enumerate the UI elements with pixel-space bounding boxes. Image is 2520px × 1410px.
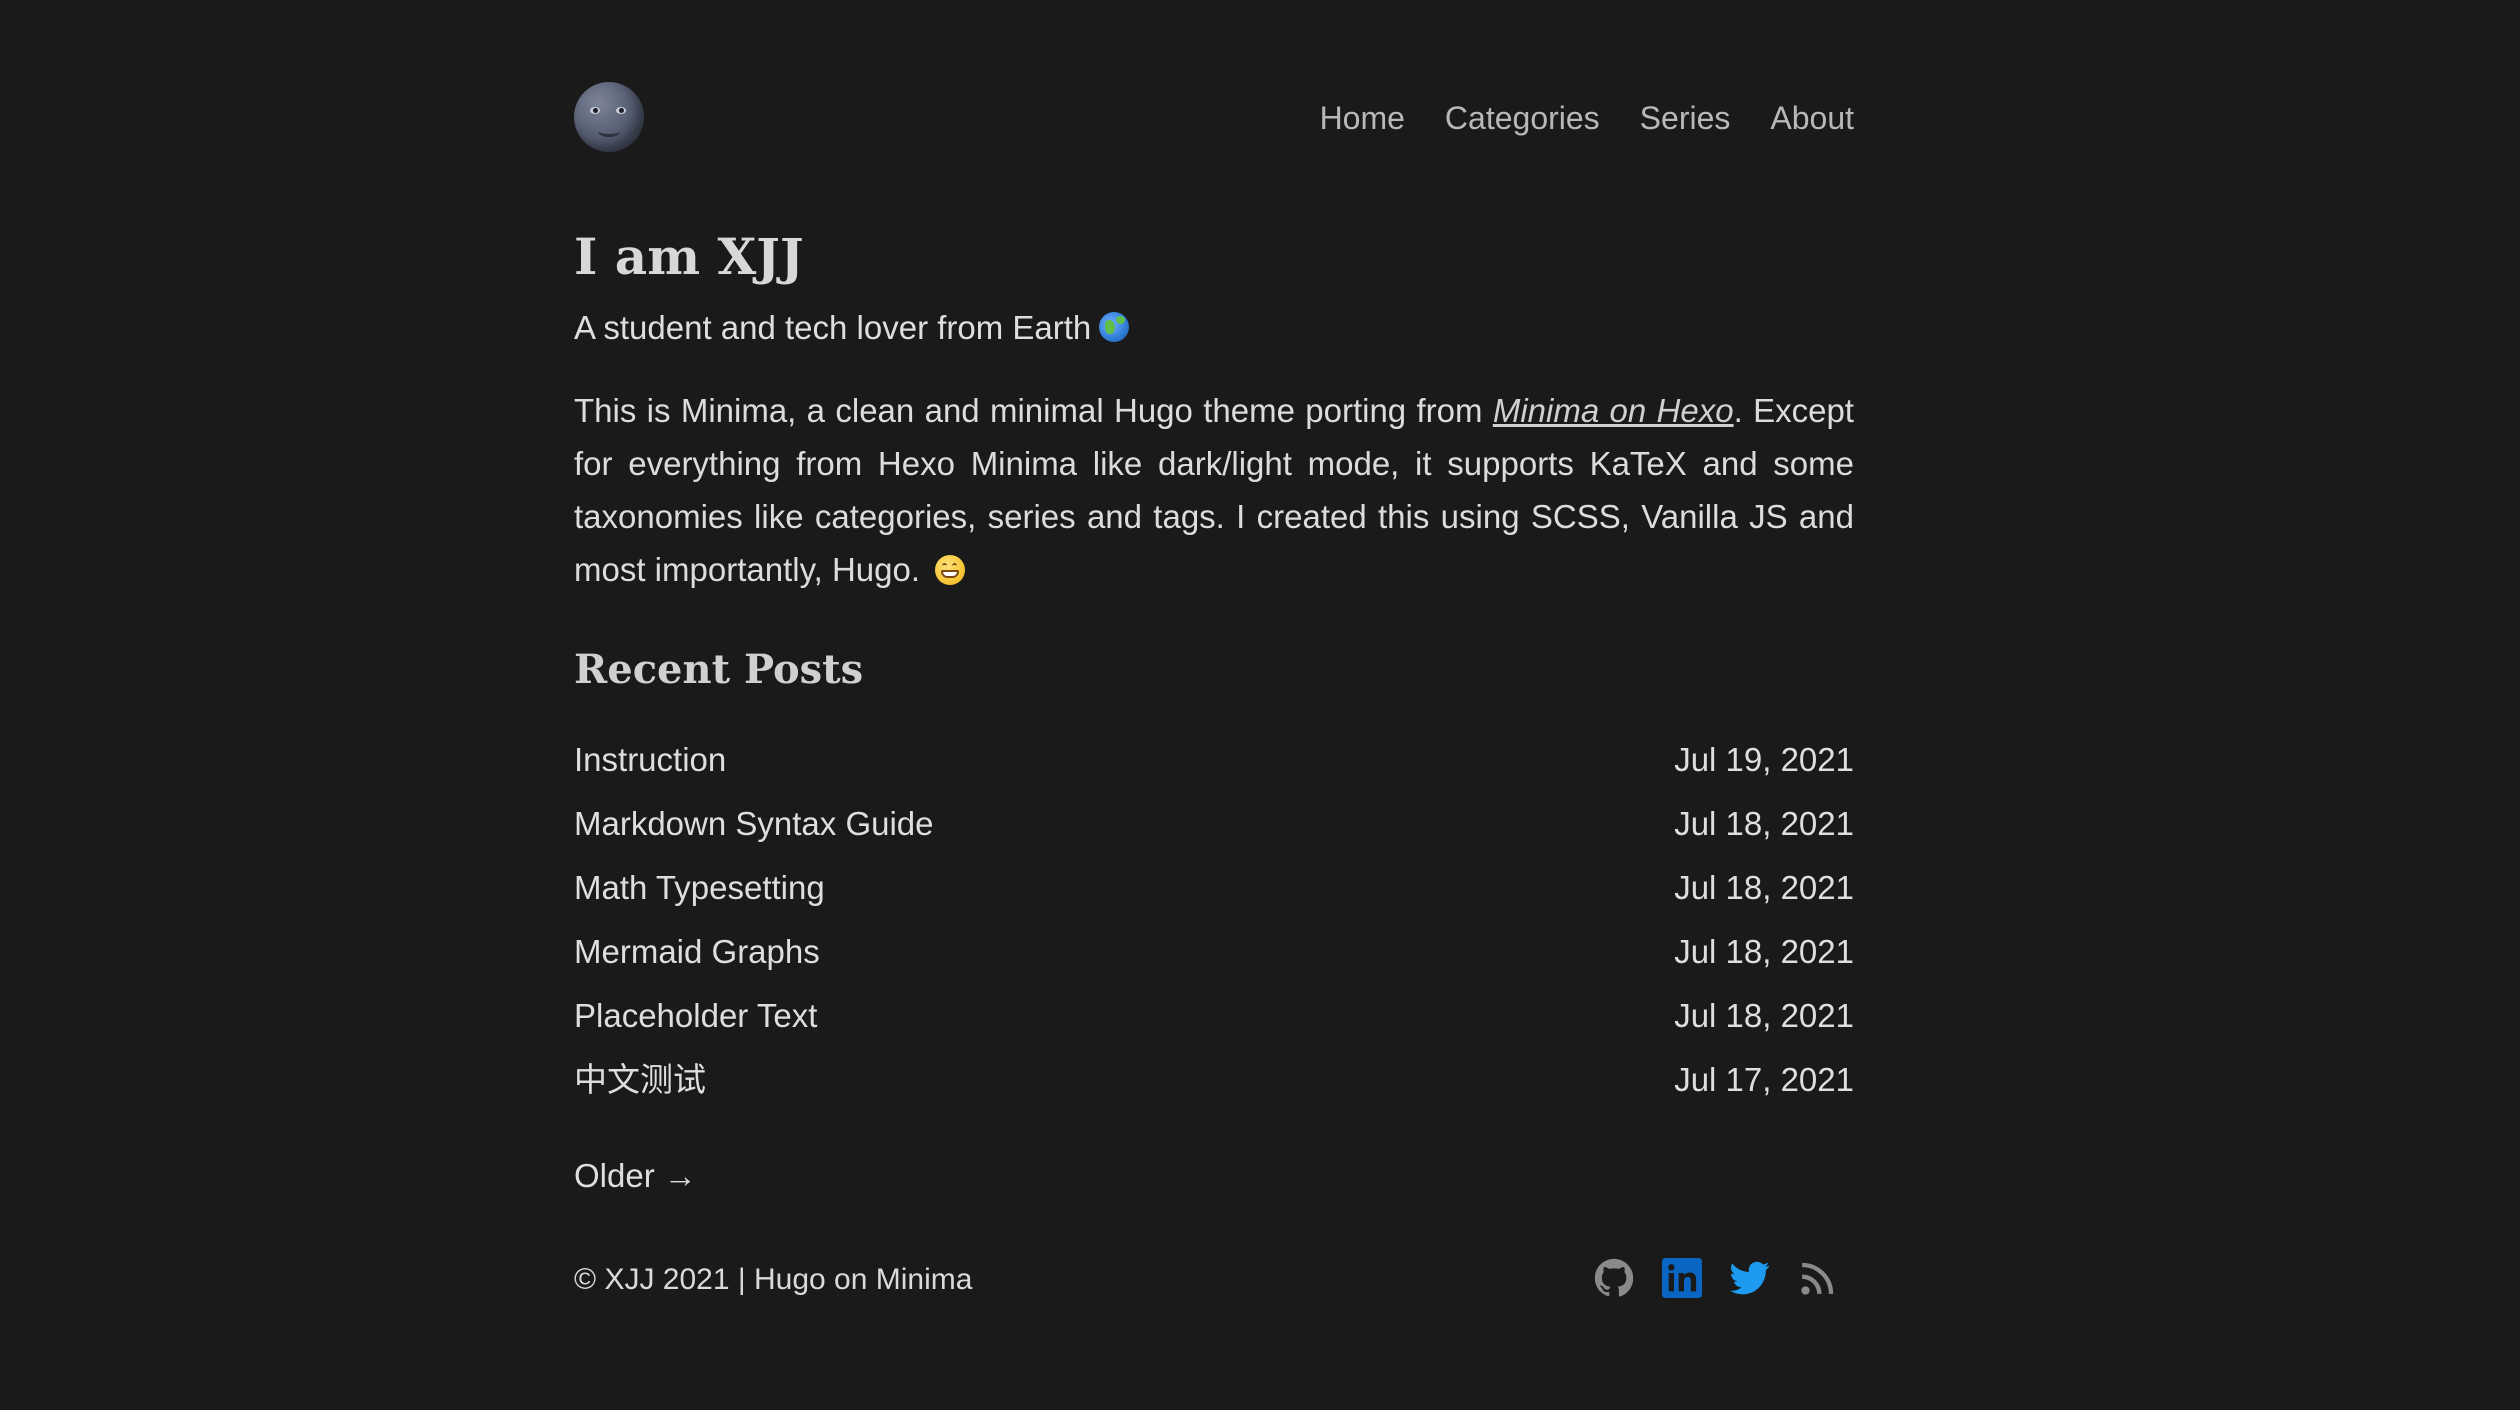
older-posts-link[interactable]: Older → bbox=[574, 1156, 697, 1196]
subtitle: A student and tech lover from Earth bbox=[574, 308, 1130, 348]
avatar[interactable] bbox=[574, 82, 644, 152]
moon-eye-left bbox=[590, 107, 600, 114]
post-title-link[interactable]: Markdown Syntax Guide bbox=[574, 804, 934, 868]
list-item: Placeholder Text Jul 18, 2021 bbox=[574, 996, 1854, 1060]
nav-series[interactable]: Series bbox=[1640, 98, 1731, 138]
post-date: Jul 19, 2021 bbox=[1674, 741, 1854, 778]
post-title-link[interactable]: Math Typesetting bbox=[574, 868, 825, 932]
description-text-before: This is Minima, a clean and minimal Hugo… bbox=[574, 392, 1493, 429]
list-item: Markdown Syntax Guide Jul 18, 2021 bbox=[574, 804, 1854, 868]
github-icon[interactable] bbox=[1594, 1258, 1634, 1298]
main-nav: Home Categories Series About bbox=[1320, 98, 1854, 138]
list-item: Instruction Jul 19, 2021 bbox=[574, 740, 1854, 804]
recent-posts-list: Instruction Jul 19, 2021 Markdown Syntax… bbox=[574, 740, 1854, 1124]
moon-mouth bbox=[598, 126, 620, 137]
list-item: Math Typesetting Jul 18, 2021 bbox=[574, 868, 1854, 932]
nav-about[interactable]: About bbox=[1770, 98, 1854, 138]
intro-description: This is Minima, a clean and minimal Hugo… bbox=[574, 384, 1854, 596]
post-date: Jul 17, 2021 bbox=[1674, 1061, 1854, 1098]
site-footer: © XJJ 2021 | Hugo on Minima bbox=[574, 1258, 1854, 1302]
nav-categories[interactable]: Categories bbox=[1445, 98, 1600, 138]
page-title: I am XJJ bbox=[574, 227, 804, 286]
moon-eye-right bbox=[616, 107, 626, 114]
minima-on-hexo-link[interactable]: Minima on Hexo bbox=[1493, 392, 1734, 429]
globe-emoji-icon bbox=[1099, 312, 1130, 342]
post-title-link[interactable]: 中文测试 bbox=[574, 1060, 706, 1124]
post-title-link[interactable]: Mermaid Graphs bbox=[574, 932, 820, 996]
post-date: Jul 18, 2021 bbox=[1674, 869, 1854, 906]
twitter-icon[interactable] bbox=[1730, 1258, 1770, 1298]
recent-posts-heading: Recent Posts bbox=[574, 646, 864, 693]
rss-icon[interactable] bbox=[1798, 1258, 1838, 1298]
post-title-link[interactable]: Instruction bbox=[574, 740, 726, 804]
site-header: Home Categories Series About bbox=[574, 82, 1854, 156]
nav-home[interactable]: Home bbox=[1320, 98, 1405, 138]
subtitle-text: A student and tech lover from Earth bbox=[574, 309, 1092, 346]
linkedin-icon[interactable] bbox=[1662, 1258, 1702, 1298]
post-date: Jul 18, 2021 bbox=[1674, 805, 1854, 842]
post-date: Jul 18, 2021 bbox=[1674, 933, 1854, 970]
grin-emoji-icon bbox=[935, 555, 966, 585]
post-date: Jul 18, 2021 bbox=[1674, 997, 1854, 1034]
list-item: Mermaid Graphs Jul 18, 2021 bbox=[574, 932, 1854, 996]
copyright-text: © XJJ 2021 | Hugo on Minima bbox=[574, 1263, 973, 1296]
social-links bbox=[1594, 1258, 1838, 1298]
list-item: 中文测试 Jul 17, 2021 bbox=[574, 1060, 1854, 1124]
post-title-link[interactable]: Placeholder Text bbox=[574, 996, 817, 1060]
